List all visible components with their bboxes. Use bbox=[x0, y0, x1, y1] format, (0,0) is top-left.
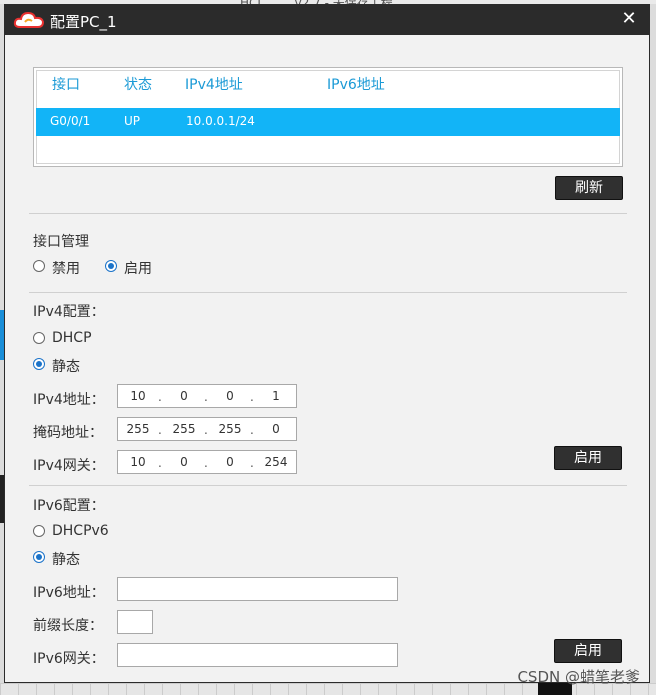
ipv4-dhcp-label[interactable]: DHCP bbox=[52, 330, 92, 346]
ipv6-address-label: IPv6地址： bbox=[33, 585, 105, 601]
interface-mgmt-heading: 接口管理 bbox=[33, 234, 89, 250]
column-header-status[interactable]: 状态 bbox=[124, 74, 152, 94]
octet-separator: . bbox=[204, 423, 208, 437]
row-ipv4: 10.0.0.1/24 bbox=[186, 114, 255, 128]
divider bbox=[29, 213, 627, 214]
ipv4-address-field[interactable]: 10 . 0 . 0 . 1 bbox=[117, 384, 297, 408]
octet-separator: . bbox=[158, 423, 162, 437]
ipv4-address-octet[interactable]: 0 bbox=[168, 389, 200, 403]
ipv4-static-radio[interactable] bbox=[33, 358, 45, 370]
ipv6-static-label[interactable]: 静态 bbox=[52, 549, 80, 569]
ipv6-gateway-label: IPv6网关： bbox=[33, 651, 105, 667]
octet-separator: . bbox=[250, 423, 254, 437]
ipv6-dhcp-radio[interactable] bbox=[33, 525, 45, 537]
ipv4-address-octet[interactable]: 0 bbox=[214, 389, 246, 403]
ipv4-gateway-field[interactable]: 10 . 0 . 0 . 254 bbox=[117, 450, 297, 474]
ipv6-prefix-field[interactable] bbox=[117, 610, 153, 634]
watermark: CSDN @蜡笔老爹 bbox=[517, 668, 640, 686]
ipv4-mask-label: 掩码地址： bbox=[33, 425, 103, 441]
close-icon[interactable]: ✕ bbox=[619, 9, 639, 29]
divider bbox=[29, 485, 627, 486]
octet-separator: . bbox=[158, 456, 162, 470]
config-dialog: 配置PC_1 ✕ 接口 状态 IPv4地址 IPv6地址 G0/0/1 UP 1… bbox=[4, 4, 650, 683]
octet-separator: . bbox=[250, 390, 254, 404]
ipv4-address-label: IPv4地址： bbox=[33, 392, 105, 408]
ipv4-mask-octet[interactable]: 0 bbox=[260, 422, 292, 436]
row-port: G0/0/1 bbox=[50, 114, 91, 128]
table-row[interactable]: G0/0/1 UP 10.0.0.1/24 bbox=[36, 108, 620, 136]
ipv4-gateway-octet[interactable]: 254 bbox=[260, 455, 292, 469]
ipv6-apply-button[interactable]: 启用 bbox=[554, 639, 622, 663]
ipv4-gateway-octet[interactable]: 10 bbox=[122, 455, 154, 469]
ipv4-heading: IPv4配置： bbox=[33, 304, 105, 320]
ipv6-static-radio[interactable] bbox=[33, 551, 45, 563]
disable-radio[interactable] bbox=[33, 260, 45, 272]
ipv4-mask-octet[interactable]: 255 bbox=[168, 422, 200, 436]
cloud-logo-icon bbox=[13, 11, 45, 28]
ipv4-gateway-label: IPv4网关： bbox=[33, 458, 105, 474]
column-header-ipv6[interactable]: IPv6地址 bbox=[327, 74, 385, 94]
ipv4-apply-button[interactable]: 启用 bbox=[554, 446, 622, 470]
ipv4-gateway-octet[interactable]: 0 bbox=[168, 455, 200, 469]
refresh-button[interactable]: 刷新 bbox=[555, 176, 623, 200]
octet-separator: . bbox=[204, 456, 208, 470]
column-header-ipv4[interactable]: IPv4地址 bbox=[185, 74, 243, 94]
ipv6-heading: IPv6配置： bbox=[33, 498, 105, 514]
ipv6-dhcp-label[interactable]: DHCPv6 bbox=[52, 523, 109, 539]
ipv6-address-field[interactable] bbox=[117, 577, 398, 601]
ipv6-prefix-label: 前缀长度： bbox=[33, 618, 103, 634]
octet-separator: . bbox=[250, 456, 254, 470]
column-header-port[interactable]: 接口 bbox=[52, 74, 80, 94]
octet-separator: . bbox=[204, 390, 208, 404]
row-status: UP bbox=[124, 114, 141, 128]
ipv4-address-octet[interactable]: 1 bbox=[260, 389, 292, 403]
enable-label[interactable]: 启用 bbox=[124, 258, 152, 278]
ipv4-gateway-octet[interactable]: 0 bbox=[214, 455, 246, 469]
ipv6-gateway-field[interactable] bbox=[117, 643, 398, 667]
ipv4-mask-field[interactable]: 255 . 255 . 255 . 0 bbox=[117, 417, 297, 441]
dialog-title: 配置PC_1 bbox=[50, 13, 117, 31]
dialog-titlebar[interactable]: 配置PC_1 ✕ bbox=[5, 5, 649, 35]
disable-label[interactable]: 禁用 bbox=[52, 258, 80, 278]
ipv4-dhcp-radio[interactable] bbox=[33, 332, 45, 344]
ipv4-static-label[interactable]: 静态 bbox=[52, 356, 80, 376]
ipv4-mask-octet[interactable]: 255 bbox=[214, 422, 246, 436]
octet-separator: . bbox=[158, 390, 162, 404]
ipv4-address-octet[interactable]: 10 bbox=[122, 389, 154, 403]
interface-table: 接口 状态 IPv4地址 IPv6地址 G0/0/1 UP 10.0.0.1/2… bbox=[33, 67, 623, 167]
enable-radio[interactable] bbox=[105, 260, 117, 272]
divider bbox=[29, 292, 627, 293]
ipv4-mask-octet[interactable]: 255 bbox=[122, 422, 154, 436]
